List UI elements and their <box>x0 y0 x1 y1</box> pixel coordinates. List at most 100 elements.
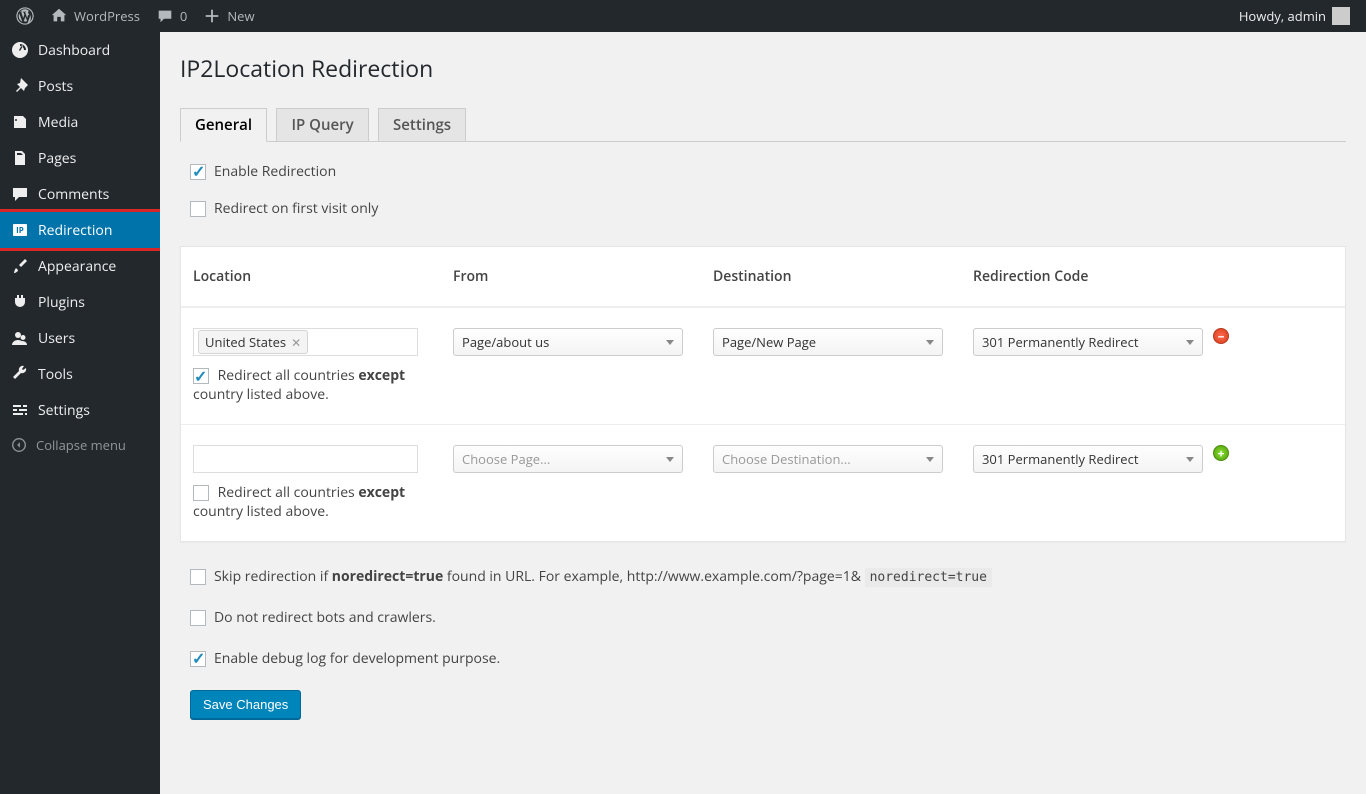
from-select[interactable]: Page/about us <box>453 328 683 356</box>
sidebar-item-settings[interactable]: Settings <box>0 392 160 428</box>
no-bots-label: Do not redirect bots and crawlers. <box>214 608 436 627</box>
ip-icon: IP <box>10 220 30 240</box>
first-visit-row[interactable]: Redirect on first visit only <box>180 199 1346 218</box>
first-visit-label: Redirect on first visit only <box>214 199 378 218</box>
except-checkbox[interactable] <box>193 485 209 501</box>
toolbar-site-name: WordPress <box>74 7 140 25</box>
sidebar-item-label: Comments <box>38 185 109 204</box>
sidebar-item-label: Settings <box>38 401 90 420</box>
col-code: Redirection Code <box>973 267 1213 286</box>
toolbar-account[interactable]: Howdy, admin <box>1231 7 1358 25</box>
location-input[interactable] <box>193 445 418 473</box>
chevron-down-icon <box>666 457 674 462</box>
page-icon <box>10 148 30 168</box>
sidebar-item-label: Plugins <box>38 293 85 312</box>
except-checkbox[interactable] <box>193 368 209 384</box>
col-from: From <box>453 267 713 286</box>
debug-log-checkbox[interactable] <box>190 651 206 667</box>
comment-icon <box>156 7 174 25</box>
tab-nav: General IP Query Settings <box>180 99 1346 142</box>
plus-icon <box>203 7 221 25</box>
sidebar-item-appearance[interactable]: Appearance <box>0 248 160 284</box>
sidebar-item-label: Tools <box>38 365 73 384</box>
sidebar-collapse-label: Collapse menu <box>36 436 126 454</box>
main-content: IP2Location Redirection General IP Query… <box>160 32 1366 794</box>
skip-noredirect-checkbox[interactable] <box>190 569 206 585</box>
pin-icon <box>10 76 30 96</box>
users-icon <box>10 328 30 348</box>
add-row-icon[interactable]: + <box>1213 445 1229 461</box>
dashboard-icon <box>10 40 30 60</box>
save-button[interactable]: Save Changes <box>190 690 301 719</box>
skip-noredirect-row[interactable]: Skip redirection if noredirect=true foun… <box>180 567 1346 586</box>
avatar <box>1332 7 1350 25</box>
enable-redirection-row[interactable]: Enable Redirection <box>180 162 1346 181</box>
col-destination: Destination <box>713 267 973 286</box>
no-bots-row[interactable]: Do not redirect bots and crawlers. <box>180 608 1346 627</box>
svg-text:IP: IP <box>16 225 24 236</box>
tab-settings[interactable]: Settings <box>378 108 466 141</box>
sidebar-item-tools[interactable]: Tools <box>0 356 160 392</box>
chevron-down-icon <box>1186 340 1194 345</box>
wordpress-icon <box>16 7 34 25</box>
code-select[interactable]: 301 Permanently Redirect <box>973 328 1203 356</box>
code-select[interactable]: 301 Permanently Redirect <box>973 445 1203 473</box>
remove-row-icon[interactable]: − <box>1213 328 1229 344</box>
sidebar-item-dashboard[interactable]: Dashboard <box>0 32 160 68</box>
wrench-icon <box>10 364 30 384</box>
first-visit-checkbox[interactable] <box>190 201 206 217</box>
collapse-icon <box>10 436 28 454</box>
wp-logo[interactable] <box>8 0 42 32</box>
location-tag: United States ✕ <box>198 330 308 354</box>
tab-ipquery[interactable]: IP Query <box>276 108 368 141</box>
sidebar-item-media[interactable]: Media <box>0 104 160 140</box>
chevron-down-icon <box>1186 457 1194 462</box>
chevron-down-icon <box>666 340 674 345</box>
destination-select[interactable]: Choose Destination... <box>713 445 943 473</box>
destination-select[interactable]: Page/New Page <box>713 328 943 356</box>
toolbar-site-home[interactable]: WordPress <box>42 0 148 32</box>
toolbar-new[interactable]: New <box>195 0 262 32</box>
plug-icon <box>10 292 30 312</box>
except-row: Redirect all countries except country li… <box>193 366 441 404</box>
sidebar-item-label: Pages <box>38 149 76 168</box>
sidebar-item-comments[interactable]: Comments <box>0 176 160 212</box>
chevron-down-icon <box>926 457 934 462</box>
sidebar-item-users[interactable]: Users <box>0 320 160 356</box>
admin-toolbar: WordPress 0 New Howdy, admin <box>0 0 1366 32</box>
sidebar-item-label: Redirection <box>38 221 112 240</box>
page-title: IP2Location Redirection <box>180 52 1346 84</box>
toolbar-comments-count: 0 <box>180 7 187 25</box>
location-input[interactable]: United States ✕ <box>193 328 418 356</box>
media-icon <box>10 112 30 132</box>
from-select[interactable]: Choose Page... <box>453 445 683 473</box>
sidebar-collapse[interactable]: Collapse menu <box>0 428 160 462</box>
remove-tag-icon[interactable]: ✕ <box>291 334 301 351</box>
debug-log-row[interactable]: Enable debug log for development purpose… <box>180 649 1346 668</box>
no-bots-checkbox[interactable] <box>190 610 206 626</box>
sidebar-item-redirection[interactable]: IP Redirection <box>0 212 160 248</box>
table-row: Redirect all countries except country li… <box>181 424 1345 541</box>
enable-redirection-checkbox[interactable] <box>190 164 206 180</box>
tab-general[interactable]: General <box>180 108 267 142</box>
chevron-down-icon <box>926 340 934 345</box>
home-icon <box>50 7 68 25</box>
col-location: Location <box>193 267 453 286</box>
sidebar-item-plugins[interactable]: Plugins <box>0 284 160 320</box>
sidebar-item-label: Media <box>38 113 78 132</box>
comments-icon <box>10 184 30 204</box>
toolbar-comments[interactable]: 0 <box>148 0 195 32</box>
sidebar-item-posts[interactable]: Posts <box>0 68 160 104</box>
except-row: Redirect all countries except country li… <box>193 483 441 521</box>
skip-noredirect-label: Skip redirection if noredirect=true foun… <box>214 567 992 586</box>
sidebar-item-label: Appearance <box>38 257 116 276</box>
sidebar-item-label: Posts <box>38 77 73 96</box>
admin-sidebar: Dashboard Posts Media Pages Comments IP … <box>0 32 160 794</box>
toolbar-new-label: New <box>227 7 254 25</box>
rules-table: Location From Destination Redirection Co… <box>180 246 1346 542</box>
toolbar-howdy: Howdy, admin <box>1239 7 1326 25</box>
debug-log-label: Enable debug log for development purpose… <box>214 649 500 668</box>
enable-redirection-label: Enable Redirection <box>214 162 336 181</box>
sidebar-item-pages[interactable]: Pages <box>0 140 160 176</box>
sidebar-item-label: Dashboard <box>38 41 110 60</box>
